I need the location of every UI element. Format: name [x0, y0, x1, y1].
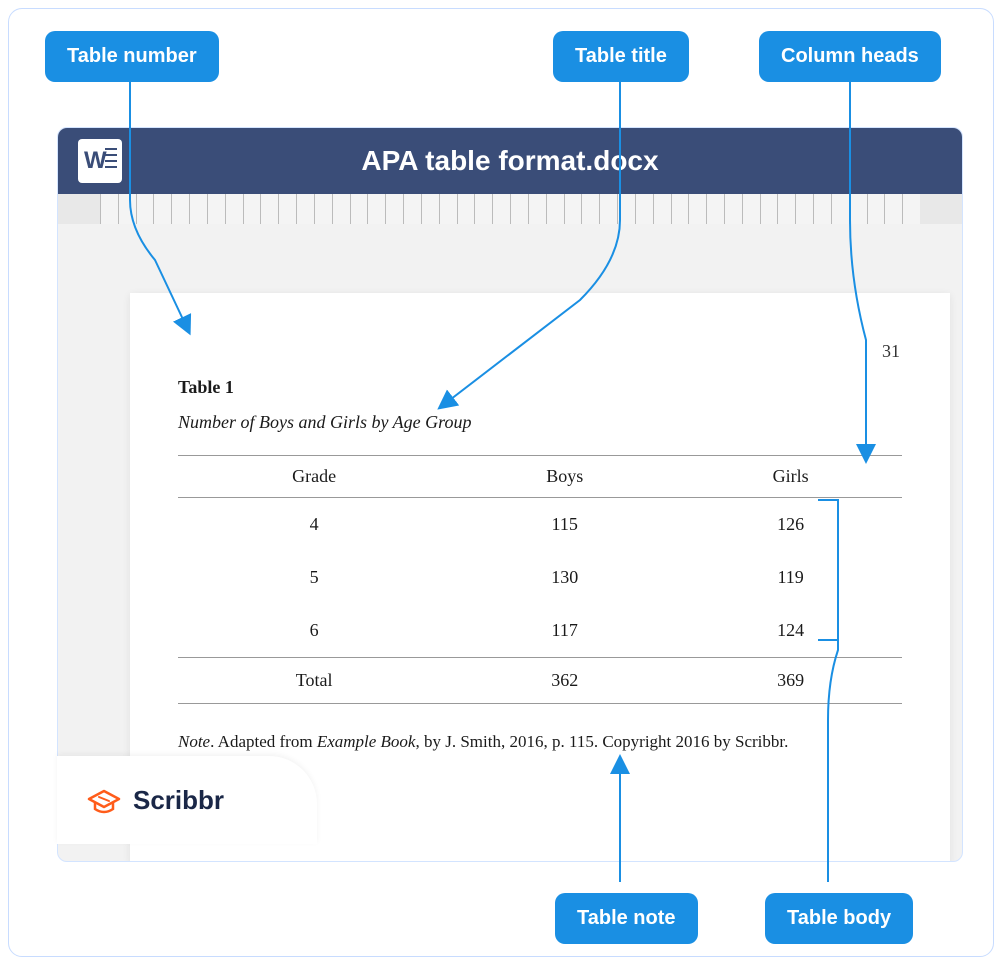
col-head-girls: Girls	[679, 456, 902, 498]
callout-table-title: Table title	[553, 31, 689, 82]
col-head-grade: Grade	[178, 456, 450, 498]
note-label: Note	[178, 732, 210, 751]
table-row: 6 117 124	[178, 604, 902, 658]
table-row: 5 130 119	[178, 551, 902, 604]
document-window: W APA table format.docx 31 Table 1 Numbe…	[57, 127, 963, 862]
callout-table-number: Table number	[45, 31, 219, 82]
cell-total-boys: 362	[450, 658, 679, 704]
brand-name: Scribbr	[133, 785, 224, 816]
scribbr-icon	[85, 785, 123, 815]
table-header-row: Grade Boys Girls	[178, 456, 902, 498]
cell-boys: 115	[450, 498, 679, 552]
cell-grade: 6	[178, 604, 450, 658]
outer-frame: Table number Table title Column heads Ta…	[8, 8, 994, 957]
table-note: Note. Adapted from Example Book, by J. S…	[178, 732, 902, 752]
apa-table: Grade Boys Girls 4 115 126 5 130 119	[178, 455, 902, 704]
cell-boys: 130	[450, 551, 679, 604]
note-suffix: , by J. Smith, 2016, p. 115. Copyright 2…	[415, 732, 788, 751]
table-title: Number of Boys and Girls by Age Group	[178, 412, 902, 433]
col-head-boys: Boys	[450, 456, 679, 498]
cell-girls: 119	[679, 551, 902, 604]
note-prefix: . Adapted from	[210, 732, 317, 751]
table-row: 4 115 126	[178, 498, 902, 552]
ruler	[58, 194, 962, 224]
table-total-row: Total 362 369	[178, 658, 902, 704]
cell-total-label: Total	[178, 658, 450, 704]
callout-table-body: Table body	[765, 893, 913, 944]
cell-grade: 4	[178, 498, 450, 552]
note-book: Example Book	[317, 732, 416, 751]
callout-table-note: Table note	[555, 893, 698, 944]
cell-girls: 124	[679, 604, 902, 658]
table-number: Table 1	[178, 377, 902, 398]
callout-column-heads: Column heads	[759, 31, 941, 82]
cell-total-girls: 369	[679, 658, 902, 704]
cell-girls: 126	[679, 498, 902, 552]
page-number: 31	[882, 341, 900, 362]
cell-boys: 117	[450, 604, 679, 658]
logo-corner: Scribbr	[57, 756, 317, 844]
cell-grade: 5	[178, 551, 450, 604]
document-filename: APA table format.docx	[58, 145, 962, 177]
titlebar: W APA table format.docx	[58, 128, 962, 194]
